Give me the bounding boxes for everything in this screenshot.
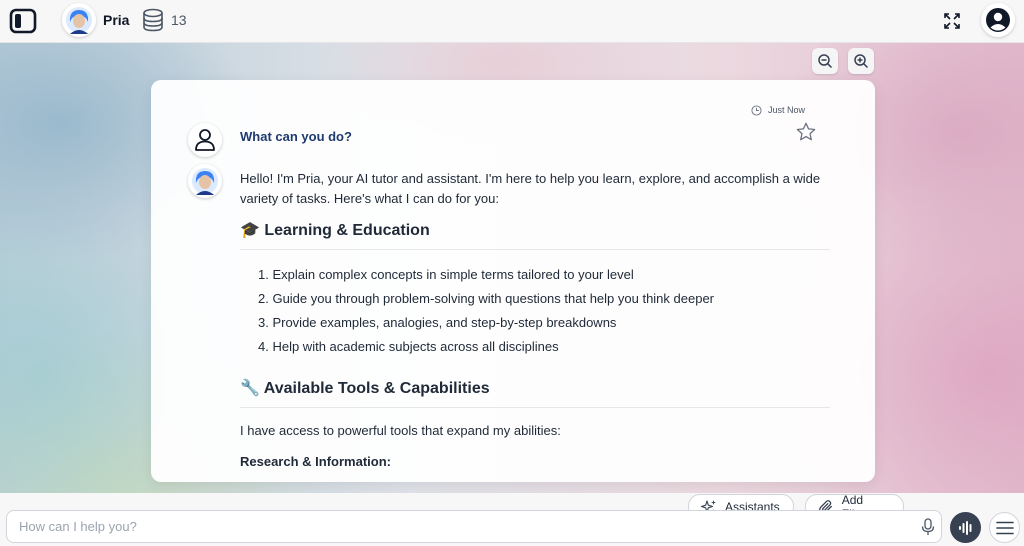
section-heading-learning: 🎓 Learning & Education [240, 221, 830, 250]
assistant-answer: Hello! I'm Pria, your AI tutor and assis… [240, 169, 830, 472]
message-timestamp: Just Now [745, 102, 811, 118]
zoom-in-icon [854, 54, 869, 69]
top-bar: Pria 13 [0, 0, 1024, 43]
microphone-button[interactable] [919, 518, 937, 536]
user-account-button[interactable] [981, 3, 1015, 37]
bot-message-avatar [188, 164, 222, 198]
database-count: 13 [171, 12, 187, 28]
user-message-avatar [188, 123, 222, 157]
chat-input-container [6, 510, 942, 543]
chat-message-card: Just Now What can you do? Hello! I'm Pri… [151, 80, 875, 482]
research-subheading: Research & Information: [240, 454, 391, 469]
clock-icon [751, 104, 762, 116]
learning-list: 1. Explain complex concepts in simple te… [240, 263, 830, 359]
user-question: What can you do? [240, 129, 352, 144]
voice-wave-icon [958, 520, 971, 535]
menu-button[interactable] [989, 512, 1020, 543]
chat-input[interactable] [19, 511, 899, 542]
bot-name: Pria [103, 12, 130, 28]
list-item: 4. Help with academic subjects across al… [258, 339, 559, 354]
tools-intro: I have access to powerful tools that exp… [240, 423, 561, 438]
sidebar-toggle-icon [9, 8, 37, 34]
pria-avatar-icon [192, 168, 218, 195]
answer-intro: Hello! I'm Pria, your AI tutor and assis… [240, 171, 821, 206]
pria-avatar-icon [66, 7, 92, 34]
star-icon [796, 122, 816, 141]
database-button[interactable] [141, 8, 165, 32]
user-icon [986, 8, 1010, 32]
list-item: 1. Explain complex concepts in simple te… [258, 267, 634, 282]
fullscreen-button[interactable] [940, 9, 964, 33]
database-icon [143, 8, 163, 32]
list-item: 2. Guide you through problem-solving wit… [258, 291, 715, 306]
section-heading-tools: 🔧 Available Tools & Capabilities [240, 379, 830, 408]
bot-avatar[interactable] [62, 3, 96, 37]
zoom-out-icon [818, 54, 833, 69]
expand-icon [944, 13, 960, 29]
sidebar-toggle-button[interactable] [8, 6, 38, 36]
zoom-in-button[interactable] [848, 48, 874, 74]
list-item: 3. Provide examples, analogies, and step… [258, 315, 617, 330]
zoom-out-button[interactable] [812, 48, 838, 74]
timestamp-text: Just Now [768, 105, 806, 115]
voice-mode-button[interactable] [950, 512, 981, 543]
favorite-button[interactable] [795, 121, 817, 143]
hamburger-menu-icon [995, 521, 1014, 534]
user-outline-icon [195, 129, 215, 151]
microphone-icon [921, 518, 935, 535]
